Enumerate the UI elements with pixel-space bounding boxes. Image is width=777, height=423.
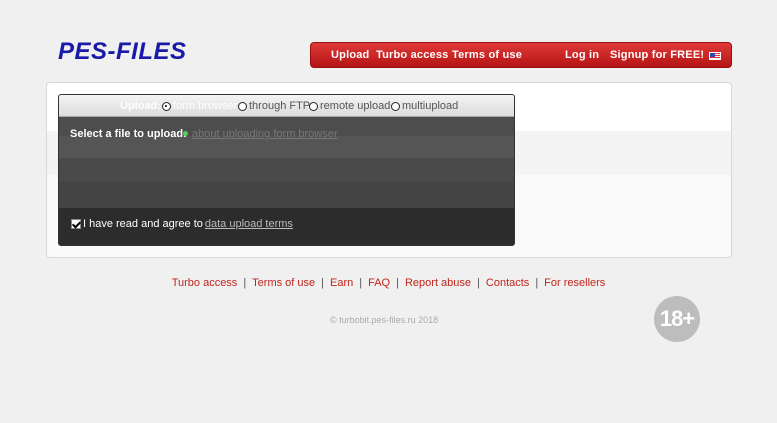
about-uploading-link[interactable]: about uploading form browser [192, 128, 338, 140]
radio-remote-upload[interactable]: remote upload [309, 100, 390, 112]
footer-turbo-access[interactable]: Turbo access [172, 277, 238, 289]
radio-form-browser[interactable]: form browser [162, 100, 237, 112]
radio-multiupload[interactable]: multiupload [391, 100, 458, 112]
band [59, 158, 514, 182]
radio-checked-icon[interactable] [162, 101, 171, 111]
radio-unchecked-icon[interactable] [238, 101, 247, 111]
data-upload-terms-link[interactable]: data upload terms [205, 218, 293, 230]
radio-unchecked-icon[interactable] [309, 101, 318, 111]
upload-method-bar: Upload: form browser through FTP remote … [59, 95, 514, 117]
footer-report-abuse[interactable]: Report abuse [405, 277, 471, 289]
copyright: © turbobit.pes-files.ru 2018 [330, 315, 439, 325]
age-restriction-badge: 18+ [654, 296, 700, 342]
select-file-label: Select a file to upload: [70, 128, 187, 140]
upload-label: Upload: [120, 100, 161, 112]
footer-faq[interactable]: FAQ [368, 277, 390, 289]
site-logo[interactable]: PES-FILES [58, 38, 187, 66]
nav-signup[interactable]: Signup for FREE! [610, 49, 704, 61]
footer-navigation: Turbo access | Terms of use | Earn | FAQ | Repor… [171, 277, 606, 289]
radio-unchecked-icon[interactable] [391, 101, 400, 111]
top-navigation: Upload Turbo access Terms of use Log in … [310, 42, 732, 68]
us-flag-icon[interactable] [709, 52, 721, 60]
footer-terms-of-use[interactable]: Terms of use [252, 277, 315, 289]
footer-earn[interactable]: Earn [330, 277, 353, 289]
agree-text: I have read and agree to [83, 218, 203, 230]
nav-upload[interactable]: Upload [331, 49, 369, 61]
upload-box: Upload: form browser through FTP remote … [58, 94, 515, 246]
nav-turbo-access[interactable]: Turbo access [376, 49, 449, 61]
nav-log-in[interactable]: Log in [565, 49, 599, 61]
footer-contacts[interactable]: Contacts [486, 277, 529, 289]
info-bullet-icon [183, 131, 188, 136]
nav-terms-of-use[interactable]: Terms of use [452, 49, 522, 61]
agree-terms: I have read and agree to data upload ter… [71, 218, 293, 230]
radio-through-ftp[interactable]: through FTP [238, 100, 310, 112]
checkbox-checked-icon[interactable] [71, 219, 81, 229]
band [59, 182, 514, 208]
footer-for-resellers[interactable]: For resellers [544, 277, 605, 289]
